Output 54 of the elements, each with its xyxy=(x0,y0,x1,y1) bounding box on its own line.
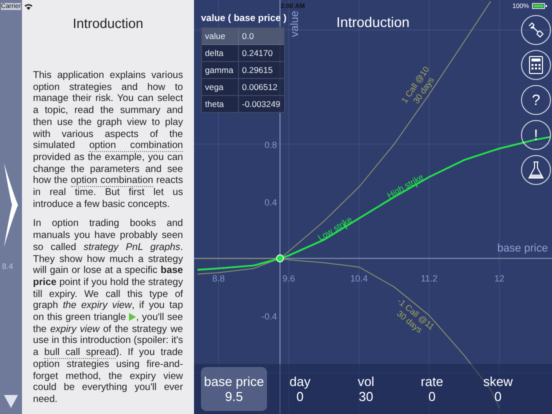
intro-paragraph: This application explains various option strategies and how to manage their risk. You can select a topic, read the summary and then use the graph view to play with various aspects of the simulated option combination provided as the example, you can change the parameters and see how the option combination reacts in real time. But first let us introduce a few basic concepts. xyxy=(33,70,183,210)
circle-button[interactable]: ! xyxy=(521,120,551,150)
table-cell: vega xyxy=(202,79,239,95)
table-row[interactable]: delta 0.24170 xyxy=(202,45,284,62)
axis-tick-label: 8.8 xyxy=(212,273,225,284)
chevron-icon[interactable] xyxy=(3,163,19,247)
table-title: value ( base price ) xyxy=(201,13,287,24)
table-row[interactable]: theta -0.003249 xyxy=(202,96,284,112)
intro-paragraph: In option trading books and manuals you have probably seen so called strategy PnL graphs. They show how much a strategy will gain or lose at a specific base price point if you hold the strategy till expiry. We call this type of graph the expiry view, if you tap on this green triangle , you'll see the expiry view of the strategy we use in this introduction (spoiler: it's a bull call spread). If you trade option strategies using fire-and-forget method, the expiry view could be everything you'll ever need. xyxy=(33,218,183,406)
parameter-button[interactable]: base price 9.5 xyxy=(201,367,267,411)
table-cell: delta xyxy=(202,45,239,61)
tool-button[interactable] xyxy=(521,15,551,45)
table-row[interactable]: gamma 0.29615 xyxy=(202,62,284,79)
axis-tick-label: 0.8 xyxy=(264,140,277,150)
parameter-button[interactable]: day 0 xyxy=(267,367,333,411)
wifi-icon xyxy=(24,2,33,10)
wrench-icon xyxy=(527,21,545,39)
tool-button[interactable] xyxy=(521,50,551,80)
table-cell-text: 0.006512 xyxy=(241,82,278,92)
flask-icon xyxy=(528,161,544,179)
down-triangle-icon[interactable] xyxy=(4,395,18,408)
axis-tick-label: -0.4 xyxy=(261,312,277,322)
table-row[interactable]: vega 0.006512 xyxy=(202,79,284,96)
parameter-button[interactable]: vol 30 xyxy=(333,367,399,411)
strike-label: Low strike xyxy=(316,214,354,243)
tool-button[interactable] xyxy=(521,155,551,185)
curve-label: -1 Call @11 30 days xyxy=(394,296,436,335)
axis-tick-label: 8.4 xyxy=(2,262,14,271)
table-cell-text: 0.0 xyxy=(241,31,254,41)
panel-title: Introduction xyxy=(72,16,144,33)
axis-tick-label: 11.2 xyxy=(420,273,438,284)
axis-tick-label: 10.4 xyxy=(350,273,368,284)
table-row[interactable]: value 0.0 xyxy=(202,28,284,45)
text-link[interactable]: bull call spread xyxy=(44,347,116,360)
axis-tick-label: 9.6 xyxy=(282,273,296,284)
text-link[interactable]: option combination xyxy=(70,175,154,188)
table-cell-text: -0.003249 xyxy=(241,99,280,109)
calculator-icon xyxy=(529,56,543,74)
graph-title: Introduction xyxy=(335,14,411,30)
battery-icon xyxy=(532,3,548,9)
axis-label: base price xyxy=(497,242,548,254)
circle-button[interactable]: ? xyxy=(521,85,551,115)
table-cell: value xyxy=(202,28,239,44)
axis-tick-label: 12 xyxy=(494,273,504,284)
axis-tick-label: 0.4 xyxy=(264,197,277,208)
table-cell-text: 0.29615 xyxy=(241,65,273,75)
point-marker xyxy=(276,254,284,262)
table-cell: gamma xyxy=(202,62,239,78)
text-link[interactable]: option combination xyxy=(89,140,183,152)
axis-label: value xyxy=(289,10,301,37)
table-cell-text: 0.24170 xyxy=(241,48,273,58)
parameter-button[interactable]: skew 0 xyxy=(465,367,531,411)
table-cell: theta xyxy=(202,96,239,112)
parameter-button[interactable]: rate 0 xyxy=(399,367,465,411)
